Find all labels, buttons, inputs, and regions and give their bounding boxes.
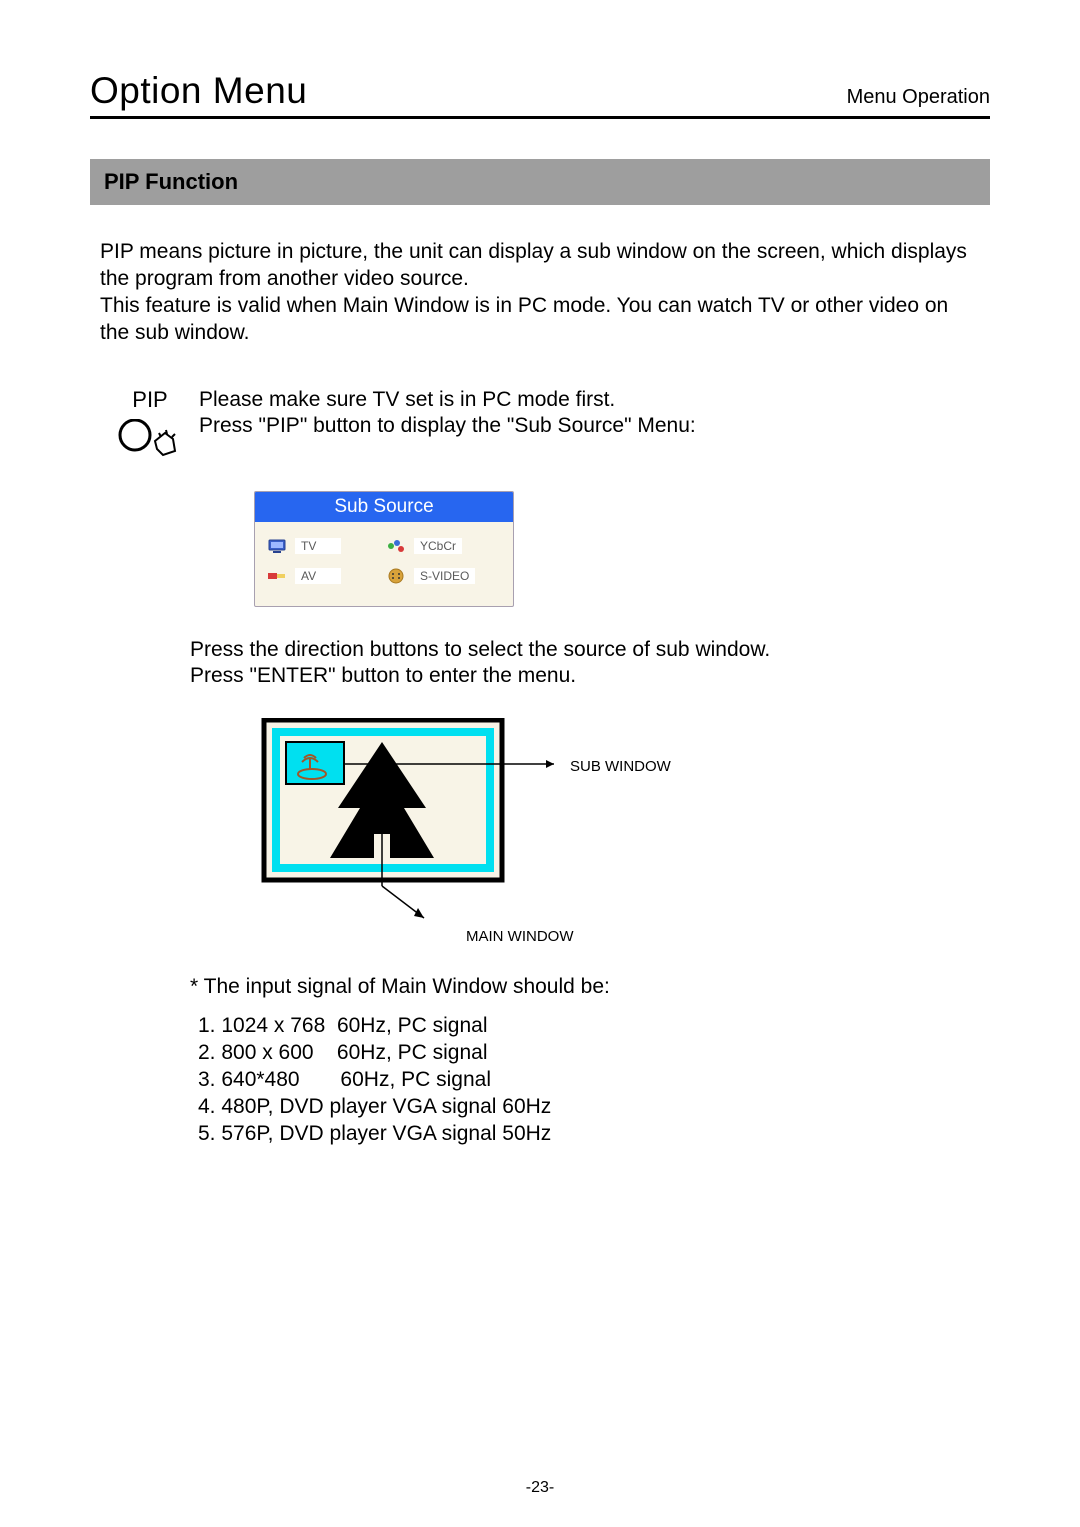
sub-source-item-ycbcr[interactable]: YCbCr [386,538,501,554]
page-title: Option Menu [90,70,307,112]
tv-icon [267,538,287,554]
sub-source-title: Sub Source [255,492,513,522]
section-heading: PIP Function [104,169,976,195]
component-icon [386,538,406,554]
av-icon [267,568,287,584]
sub-source-label: S-VIDEO [414,568,475,584]
signal-item: 1. 1024 x 768 60Hz, PC signal [198,1013,990,1040]
page-header: Option Menu Menu Operation [90,70,990,119]
pip-diagram: SUB WINDOW MAIN WINDOW [254,718,990,953]
signal-item: 4. 480P, DVD player VGA signal 60Hz [198,1094,990,1121]
svideo-icon [386,568,406,584]
pip-button-graphic: PIP [115,387,185,465]
after-sub-text: Press the direction buttons to select th… [190,637,990,691]
signal-list: 1. 1024 x 768 60Hz, PC signal 2. 800 x 6… [198,1013,990,1147]
pip-button-icon [115,419,185,465]
sub-window-label: SUB WINDOW [570,758,671,775]
intro-text: PIP means picture in picture, the unit c… [100,239,980,347]
section-heading-band: PIP Function [90,159,990,205]
signal-item: 2. 800 x 600 60Hz, PC signal [198,1040,990,1067]
pip-instructions: Please make sure TV set is in PC mode fi… [199,387,696,441]
page-number: -23- [0,1479,1080,1497]
sub-source-label: TV [295,538,341,554]
sub-source-label: AV [295,568,341,584]
main-window-label: MAIN WINDOW [466,928,573,945]
pip-button-label: PIP [132,387,167,413]
sub-source-item-av[interactable]: AV [267,568,382,584]
sub-source-menu: Sub Source TV YCbCr [254,491,514,607]
signal-note: * The input signal of Main Window should… [190,975,990,999]
signal-item: 5. 576P, DVD player VGA signal 50Hz [198,1121,990,1148]
sub-source-item-tv[interactable]: TV [267,538,382,554]
signal-item: 3. 640*480 60Hz, PC signal [198,1067,990,1094]
sub-source-item-svideo[interactable]: S-VIDEO [386,568,501,584]
page-category: Menu Operation [847,86,990,109]
sub-source-label: YCbCr [414,538,462,554]
